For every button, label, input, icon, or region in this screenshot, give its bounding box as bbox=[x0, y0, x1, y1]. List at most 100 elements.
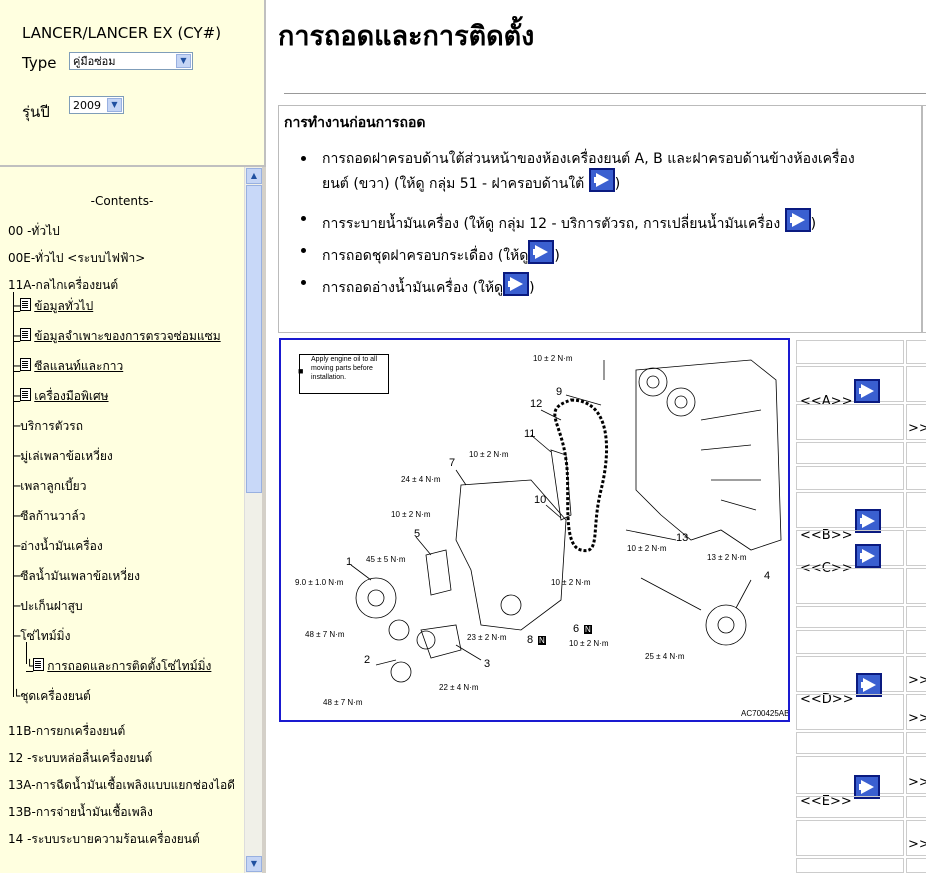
tree-item-14[interactable]: 14 -ระบบระบายความร้อนเครื่องยนต์ bbox=[8, 830, 200, 849]
grid-cell bbox=[906, 568, 926, 604]
nav-cell-e[interactable]: <<E>> bbox=[796, 756, 904, 809]
torque-label: 48 ± 7 N·m bbox=[305, 630, 345, 639]
arrow-right-icon[interactable] bbox=[503, 272, 530, 296]
grid-cell bbox=[906, 630, 926, 654]
grid-cell bbox=[796, 404, 904, 440]
part-number: 12 bbox=[530, 398, 543, 410]
type-select-value: คู่มือซ่อม bbox=[73, 55, 116, 68]
tree-item-sealant[interactable]: ─ ซีลแลนท์และกาว bbox=[13, 357, 123, 376]
part-number: 10 bbox=[534, 494, 547, 506]
type-select[interactable]: คู่มือซ่อม ▼ bbox=[69, 52, 193, 70]
tree-item-general-info[interactable]: ─ ข้อมูลทั่วไป bbox=[13, 297, 93, 316]
tree-item-crankshaft-oil-seal[interactable]: ─ซีลน้ำมันเพลาข้อเหวี่ยง bbox=[13, 567, 140, 586]
torque-label: 48 ± 7 N·m bbox=[323, 698, 363, 707]
grid-cell bbox=[906, 858, 926, 873]
arrow-right-icon[interactable] bbox=[854, 379, 881, 403]
part-number: 6 bbox=[573, 623, 580, 635]
part-number: 9 bbox=[556, 386, 563, 398]
tree-item-valve-stem-seal[interactable]: ─ซีลก้านวาล์ว bbox=[13, 507, 86, 526]
tree-item-crankshaft-pulley[interactable]: ─มู่เล่เพลาข้อเหวี่ยง bbox=[13, 447, 113, 466]
torque-label: 10 ± 2 N·m bbox=[627, 544, 667, 553]
contents-heading: -Contents- bbox=[90, 194, 154, 208]
more-cell[interactable]: >> bbox=[906, 694, 926, 730]
torque-label: 22 ± 4 N·m bbox=[439, 683, 479, 692]
scroll-up-icon[interactable]: ▲ bbox=[246, 168, 262, 184]
part-number: 8 bbox=[527, 634, 534, 646]
tree-item-timing-chain[interactable]: ─โซ่ไทม์มิ่ง bbox=[13, 627, 70, 646]
arrow-right-icon[interactable] bbox=[588, 168, 615, 192]
tree-item-00e[interactable]: 00E-ทั่วไป <ระบบไฟฟ้า> bbox=[8, 249, 145, 268]
scroll-down-icon[interactable]: ▼ bbox=[246, 856, 262, 872]
pre-removal-heading: การทำงานก่อนการถอด bbox=[284, 115, 426, 131]
contents-tree: -Contents- 00 -ทั่วไป 00E-ทั่วไป <ระบบไฟ… bbox=[0, 167, 244, 873]
chevron-down-icon: ▼ bbox=[176, 54, 191, 68]
torque-label: 23 ± 2 N·m bbox=[467, 633, 507, 642]
grid-cell bbox=[796, 796, 904, 818]
grid-cell bbox=[796, 340, 904, 364]
arrow-right-icon[interactable] bbox=[784, 208, 811, 232]
side-box bbox=[922, 105, 926, 333]
nav-cell-a[interactable]: <<A>> bbox=[796, 366, 904, 409]
torque-label: 9.0 ± 1.0 N·m bbox=[295, 578, 344, 587]
grid-cell bbox=[906, 530, 926, 566]
arrow-right-icon[interactable] bbox=[854, 544, 881, 568]
tree-item-camshaft[interactable]: ─เพลาลูกเบี้ยว bbox=[13, 477, 86, 496]
n-mark: N bbox=[584, 625, 592, 634]
more-cell[interactable]: >> bbox=[906, 820, 926, 856]
tree-item-cylinder-head-gasket[interactable]: ─ปะเก็นฝาสูบ bbox=[13, 597, 83, 616]
tree-item-11b[interactable]: 11B-การยกเครื่องยนต์ bbox=[8, 722, 125, 741]
tree-scrollbar[interactable]: ▲ ▼ bbox=[244, 167, 263, 873]
part-number: 3 bbox=[484, 658, 491, 670]
figure-code: AC700425AB bbox=[741, 709, 790, 718]
tree-item-service-spec[interactable]: ─ ข้อมูลจำเพาะของการตรวจซ่อมแซม bbox=[13, 327, 221, 346]
type-label: Type bbox=[22, 54, 57, 72]
grid-cell bbox=[796, 606, 904, 628]
torque-label: 10 ± 2 N·m bbox=[551, 578, 591, 587]
timing-chain-diagram: ■ Apply engine oil to all moving parts b… bbox=[279, 338, 790, 722]
document-icon bbox=[33, 658, 45, 671]
page-title: การถอดและการติดตั้ง bbox=[278, 21, 535, 52]
tree-item-on-vehicle-service[interactable]: ─บริการตัวรถ bbox=[13, 417, 83, 436]
grid-cell bbox=[796, 466, 904, 490]
part-number: 1 bbox=[346, 556, 353, 568]
document-icon bbox=[20, 328, 32, 341]
nav-cell-c[interactable]: <<C>> bbox=[796, 530, 904, 576]
grid-cell bbox=[796, 694, 904, 730]
tree-item-00[interactable]: 00 -ทั่วไป bbox=[8, 222, 60, 241]
tree-item-13a[interactable]: 13A-การฉีดน้ำมันเชื้อเพลิงแบบแยกช่องไอดี bbox=[8, 776, 235, 795]
torque-label: 13 ± 2 N·m bbox=[707, 553, 747, 562]
tree-item-11a[interactable]: 11A-กลไกเครื่องยนต์ bbox=[8, 276, 118, 295]
tree-item-oil-pan[interactable]: ─อ่างน้ำมันเครื่อง bbox=[13, 537, 103, 556]
grid-cell bbox=[796, 630, 904, 654]
frame-splitter[interactable] bbox=[262, 167, 266, 873]
tree-item-timing-chain-removal[interactable]: └ การถอดและการติดตั้งโซ่ไทม์มิ่ง bbox=[26, 657, 211, 676]
year-select[interactable]: 2009 ▼ bbox=[69, 96, 124, 114]
filter-panel: LANCER/LANCER EX (CY#) Type คู่มือซ่อม ▼… bbox=[0, 0, 266, 165]
grid-cell bbox=[906, 340, 926, 364]
more-cell[interactable]: >> bbox=[906, 404, 926, 440]
grid-cell bbox=[906, 466, 926, 490]
engine-drawing bbox=[350, 359, 782, 683]
more-cell[interactable]: >> bbox=[906, 656, 926, 692]
n-mark: N bbox=[538, 636, 546, 645]
tree-item-engine-assembly[interactable]: └ชุดเครื่องยนต์ bbox=[13, 687, 91, 706]
torque-label: 10 ± 2 N·m bbox=[569, 639, 609, 648]
torque-label: 24 ± 4 N·m bbox=[401, 475, 441, 484]
nav-cell-d[interactable]: <<D>> bbox=[796, 656, 904, 707]
grid-cell bbox=[796, 820, 904, 856]
nav-cell-b[interactable]: <<B>> bbox=[796, 492, 904, 543]
torque-label: 25 ± 4 N·m bbox=[645, 652, 685, 661]
tree-item-special-tools[interactable]: ─ เครื่องมือพิเศษ bbox=[13, 387, 109, 406]
grid-cell bbox=[796, 568, 904, 604]
part-number: 11 bbox=[524, 428, 536, 440]
grid-cell bbox=[906, 492, 926, 528]
part-number: 5 bbox=[414, 528, 421, 540]
scroll-thumb[interactable] bbox=[246, 185, 262, 493]
chevron-down-icon: ▼ bbox=[107, 98, 122, 112]
grid-cell bbox=[906, 732, 926, 754]
more-cell[interactable]: >> bbox=[906, 756, 926, 794]
arrow-right-icon[interactable] bbox=[528, 240, 555, 264]
tree-item-12[interactable]: 12 -ระบบหล่อลื่นเครื่องยนต์ bbox=[8, 749, 152, 768]
tree-item-13b[interactable]: 13B-การจ่ายน้ำมันเชื้อเพลิง bbox=[8, 803, 153, 822]
torque-label: 10 ± 2 N·m bbox=[391, 510, 431, 519]
